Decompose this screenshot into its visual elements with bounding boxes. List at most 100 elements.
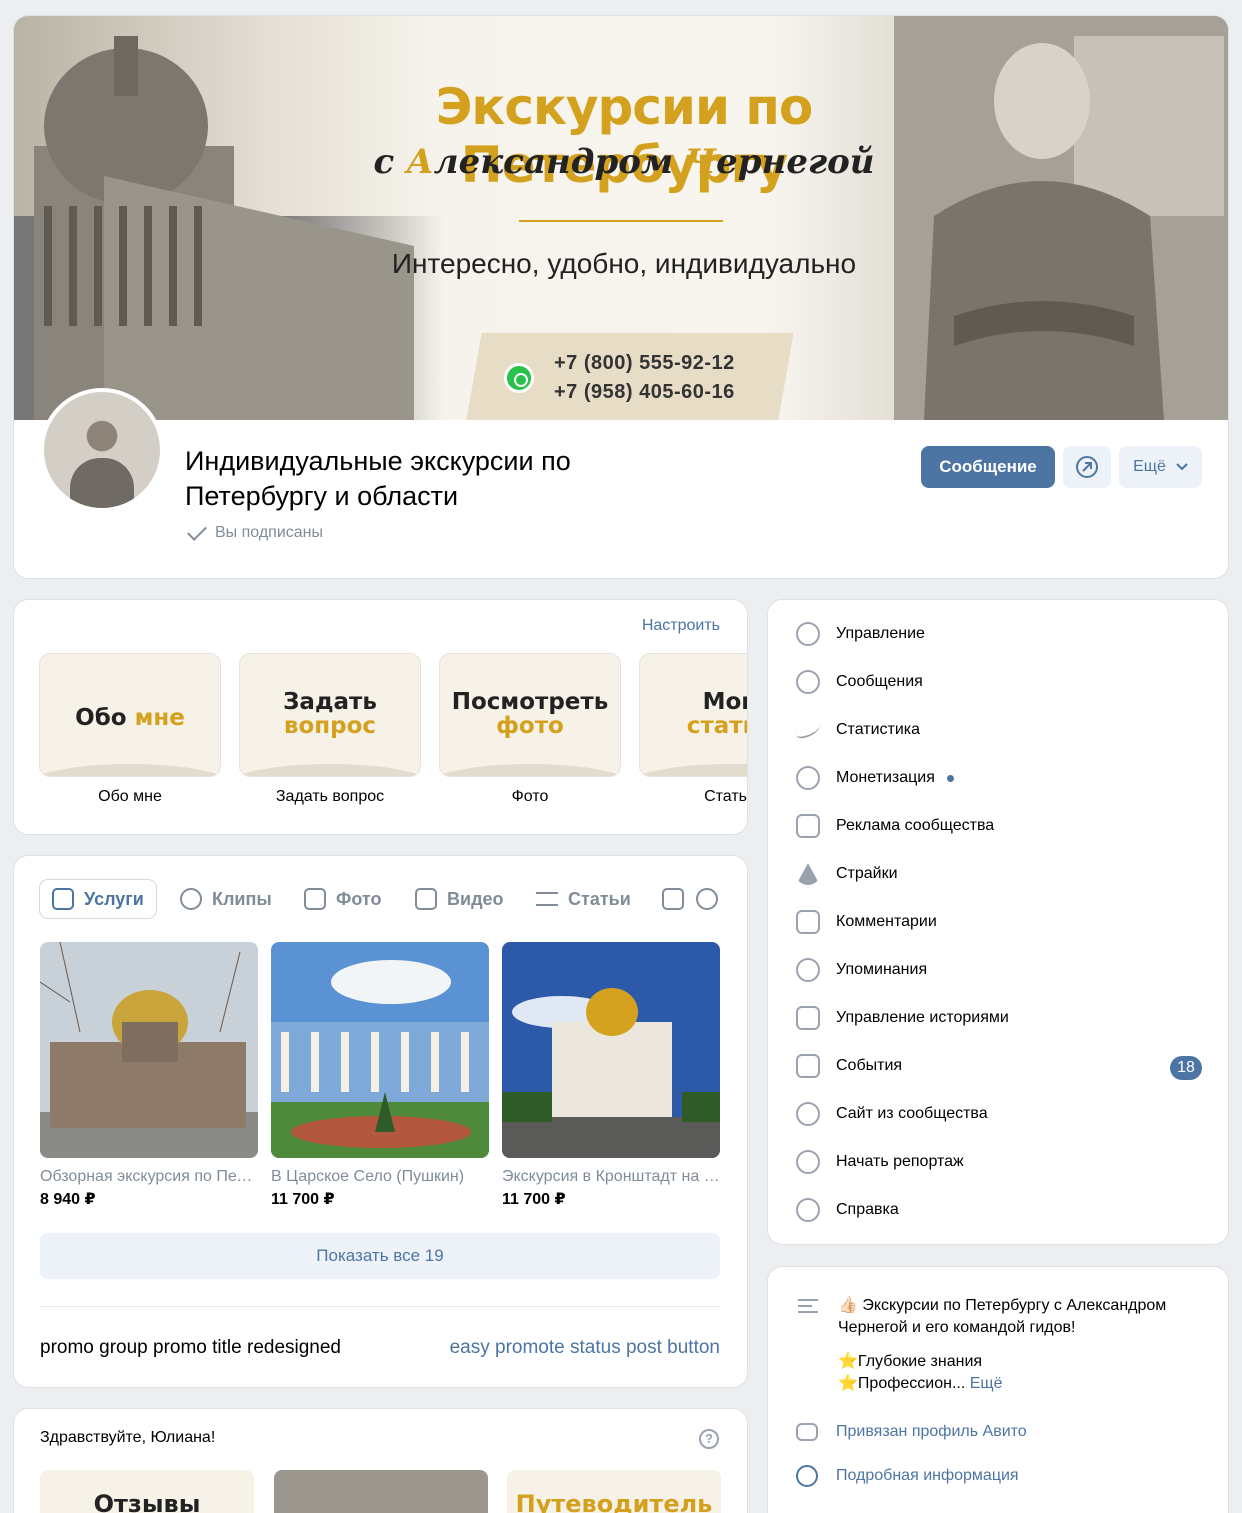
tile-about[interactable]: Обо мне <box>40 654 220 776</box>
comment-icon <box>796 910 820 934</box>
events-count-badge: 18 <box>1170 1056 1202 1080</box>
menu-item-label: Управление <box>836 625 925 642</box>
tile-about-text: Обо мне <box>75 705 185 731</box>
whatsapp-icon <box>504 363 534 393</box>
about-line-3: ⭐Профессион... <box>838 1375 966 1392</box>
tab-clips[interactable]: Клипы <box>180 880 272 918</box>
product-image-3[interactable] <box>502 942 720 1158</box>
cover-divider <box>519 220 723 222</box>
tab-articles[interactable]: Статьи <box>536 880 631 918</box>
cover-tagline: Интересно, удобно, индивидуально <box>391 248 857 279</box>
menu-item-site[interactable]: Сайт из сообщества <box>796 1099 988 1129</box>
tile-ask[interactable]: Задать вопрос <box>240 654 420 776</box>
tile-ask-text: Задать вопрос <box>283 689 377 739</box>
details-link[interactable]: Подробная информация <box>796 1465 1019 1487</box>
clips-icon <box>180 888 202 910</box>
broadcast-icon <box>796 1150 820 1174</box>
tile-articles-text: Моистатьи <box>686 689 747 739</box>
details-label: Подробная информация <box>836 1467 1019 1484</box>
menu-item-messages[interactable]: Сообщения <box>796 667 923 697</box>
ruble-icon <box>796 766 820 790</box>
more-button[interactable]: Ещё <box>1119 446 1202 488</box>
greeting-tile-reviews[interactable]: Отзывы <box>40 1470 254 1513</box>
tab-services[interactable]: Услуги <box>40 880 156 918</box>
briefcase-icon <box>796 1423 818 1441</box>
tile-articles-label: Статьи <box>704 788 747 805</box>
page-title: Индивидуальные экскурсии по Петербургу и… <box>185 446 571 511</box>
tile-photo[interactable]: Посмотреть фото <box>440 654 620 776</box>
discussion-icon <box>662 888 684 910</box>
menu-item-events[interactable]: События <box>796 1051 902 1081</box>
admin-menu: Управление Сообщения Статистика Монетиза… <box>768 600 1228 1244</box>
text-lines-icon <box>798 1299 818 1313</box>
product-name-3[interactable]: Экскурсия в Кронштадт на автомобиле <box>502 1168 720 1186</box>
greeting-tile-reviews-label: Отзывы <box>93 1490 201 1513</box>
share-arrow-icon <box>1076 456 1098 478</box>
warning-icon <box>796 863 820 885</box>
calendar-check-icon <box>52 888 74 910</box>
menu-item-label: События <box>836 1057 903 1074</box>
about-block: 👍🏻 Экскурсии по Петербургу с Александром… <box>768 1267 1228 1513</box>
more-label: Ещё <box>1133 458 1166 475</box>
menu-item-manage[interactable]: Управление <box>796 619 925 649</box>
product-name-2[interactable]: В Царское Село (Пушкин) <box>271 1168 489 1186</box>
cover-image: Экскурсии по Петербургу с Александром Че… <box>14 16 1228 420</box>
tab-photo[interactable]: Фото <box>304 880 381 918</box>
new-dot <box>946 774 954 782</box>
greeting-tile-guide[interactable]: Путеводитель <box>507 1470 721 1513</box>
menu-item-label: Монетизация <box>836 769 935 786</box>
avatar[interactable] <box>40 388 164 512</box>
setup-link[interactable]: Настроить <box>642 617 720 635</box>
about-more-link[interactable]: Ещё <box>970 1375 1003 1392</box>
menu-item-live[interactable]: Начать репортаж <box>796 1147 964 1177</box>
event-icon <box>796 1054 820 1078</box>
tile-about-label: Обо мне <box>98 788 162 805</box>
menu-item-label: Сайт из сообщества <box>836 1105 988 1122</box>
avito-link[interactable]: Привязан профиль Авито <box>796 1423 1027 1441</box>
menu-item-stats[interactable]: Статистика <box>796 715 920 745</box>
message-icon <box>796 670 820 694</box>
menu-item-help[interactable]: Справка <box>796 1195 899 1225</box>
tab-photo-label: Фото <box>336 888 382 909</box>
group-header: Экскурсии по Петербургу с Александром Че… <box>14 16 1228 578</box>
menu-item-ads[interactable]: Реклама сообщества <box>796 811 994 841</box>
services-block: Услуги Клипы Фото Видео Статьи Обзорная … <box>14 856 747 1387</box>
subscribed-label: Вы подписаны <box>215 524 323 541</box>
greeting-tile-photo[interactable] <box>274 1470 488 1513</box>
story-icon <box>796 1006 820 1030</box>
cover-subtitle: с Александром Чернегой <box>373 142 875 182</box>
product-image-2[interactable] <box>271 942 489 1158</box>
tab-clips-label: Клипы <box>212 888 272 909</box>
help-icon[interactable]: ? <box>699 1429 719 1449</box>
checkmark-icon <box>185 526 207 540</box>
product-name-1[interactable]: Обзорная экскурсия по Петербургу <box>40 1168 258 1186</box>
avito-label: Привязан профиль Авито <box>836 1423 1027 1440</box>
menu-item-monetization[interactable]: Монетизация <box>796 763 954 793</box>
menu-item-comments[interactable]: Комментарии <box>796 907 937 937</box>
chart-icon <box>796 718 820 742</box>
subscribed-status[interactable]: Вы подписаны <box>185 524 323 542</box>
tab-video[interactable]: Видео <box>415 880 504 918</box>
cathedral-illustration <box>14 36 444 420</box>
show-all-button[interactable]: Показать все 19 <box>40 1233 720 1279</box>
tile-articles[interactable]: Моистатьи <box>640 654 747 776</box>
tab-services-label: Услуги <box>84 888 144 909</box>
promote-button[interactable]: easy promote status post button <box>450 1337 720 1359</box>
product-price-2: 11 700 ₽ <box>271 1191 335 1208</box>
gear-icon <box>696 888 718 910</box>
tab-discussions[interactable] <box>662 880 684 918</box>
photo-icon <box>304 888 326 910</box>
product-image-1[interactable] <box>40 942 258 1158</box>
menu-item-label: Сообщения <box>836 673 923 690</box>
about-description: 👍🏻 Экскурсии по Петербургу с Александром… <box>838 1295 1208 1395</box>
articles-icon <box>536 892 558 906</box>
share-button[interactable] <box>1063 446 1111 488</box>
video-icon <box>415 888 437 910</box>
menu-item-strikes[interactable]: Страйки <box>796 859 898 889</box>
product-price-1: 8 940 ₽ <box>40 1191 96 1208</box>
message-button[interactable]: Сообщение <box>921 446 1055 488</box>
menu-item-stories[interactable]: Управление историями <box>796 1003 1009 1033</box>
about-line-2: ⭐Глубокие знания <box>838 1353 983 1370</box>
tabs-settings[interactable] <box>696 880 718 918</box>
menu-item-mentions[interactable]: Упоминания <box>796 955 927 985</box>
